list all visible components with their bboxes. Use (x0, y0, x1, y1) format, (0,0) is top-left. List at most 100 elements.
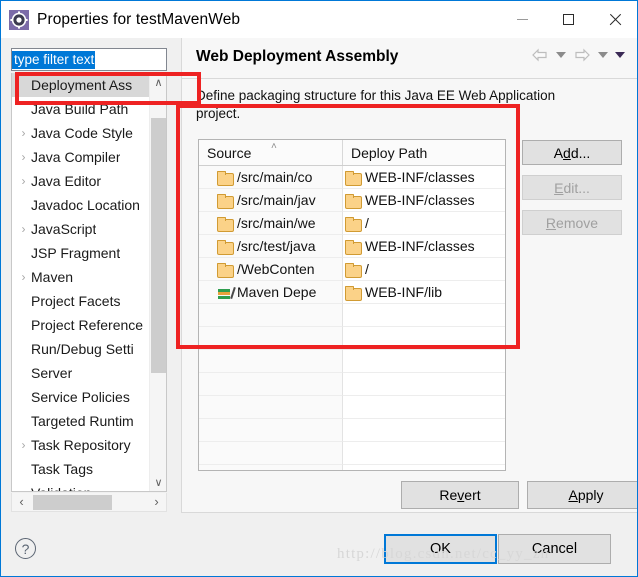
tree-vertical-scroll-thumb[interactable] (151, 118, 166, 373)
sidebar-item-label: Run/Debug Setti (31, 341, 134, 357)
gear-icon (9, 9, 29, 30)
sidebar-item-label: Task Tags (31, 461, 93, 477)
tree-horizontal-scrollbar[interactable]: ‹ › (11, 493, 167, 512)
table-row[interactable]: /src/main/we / (199, 212, 505, 235)
column-header-source[interactable]: Source ˄ (199, 140, 343, 165)
table-row-empty[interactable] (199, 327, 505, 350)
chevron-right-icon[interactable]: › (16, 487, 31, 491)
remove-button[interactable]: Remove (522, 210, 622, 235)
close-button[interactable] (591, 1, 637, 37)
chevron-right-icon[interactable]: › (16, 271, 31, 283)
back-dropdown-caret-icon[interactable] (556, 52, 566, 58)
column-header-deploy-path[interactable]: Deploy Path (343, 140, 505, 165)
sidebar-item-javascript[interactable]: › JavaScript (12, 217, 166, 241)
table-row[interactable]: /src/test/java WEB-INF/classes (199, 235, 505, 258)
back-arrow-icon[interactable] (531, 48, 549, 62)
sidebar-item-service-policies[interactable]: Service Policies (12, 385, 166, 409)
cell-source: /src/main/jav (199, 189, 343, 212)
sidebar-item-maven[interactable]: › Maven (12, 265, 166, 289)
cell-deploy-path-label: / (365, 261, 369, 277)
window-title: Properties for testMavenWeb (37, 10, 241, 28)
edit-button-label: Edit... (554, 179, 590, 196)
sidebar-item-task-repository[interactable]: › Task Repository (12, 433, 166, 457)
folder-icon (217, 170, 234, 186)
table-row-empty[interactable] (199, 419, 505, 442)
cell-deploy-path (343, 373, 505, 396)
sidebar-item-javadoc-location[interactable]: Javadoc Location (12, 193, 166, 217)
sidebar-item-deployment-ass[interactable]: Deployment Ass (12, 73, 166, 97)
table-row-empty[interactable] (199, 373, 505, 396)
revert-button[interactable]: Revert (401, 481, 519, 509)
table-row[interactable]: Maven Depe WEB-INF/lib (199, 281, 505, 304)
ok-button[interactable]: OK (384, 534, 497, 564)
sidebar-item-run-debug-setti[interactable]: Run/Debug Setti (12, 337, 166, 361)
page-description: Define packaging structure for this Java… (196, 88, 556, 121)
table-row-empty[interactable] (199, 396, 505, 419)
sidebar-item-java-code-style[interactable]: › Java Code Style (12, 121, 166, 145)
navigation-icons (531, 48, 625, 62)
table-row[interactable]: /src/main/co WEB-INF/classes (199, 166, 505, 189)
sidebar-item-label: Targeted Runtim (31, 413, 134, 429)
cell-deploy-path-label: WEB-INF/classes (365, 238, 475, 254)
cell-deploy-path (343, 327, 505, 350)
table-row[interactable]: /WebConten / (199, 258, 505, 281)
window-controls (499, 1, 637, 37)
sidebar-item-java-build-path[interactable]: Java Build Path (12, 97, 166, 121)
folder-icon (345, 285, 362, 301)
assembly-table[interactable]: Source ˄ Deploy Path /src/main/co WEB-INF… (198, 139, 506, 471)
chevron-right-icon[interactable]: › (16, 175, 31, 187)
apply-button[interactable]: Apply (527, 481, 637, 509)
sidebar-item-jsp-fragment[interactable]: JSP Fragment (12, 241, 166, 265)
folder-icon (217, 239, 234, 255)
sidebar-item-project-facets[interactable]: Project Facets (12, 289, 166, 313)
cancel-button[interactable]: Cancel (498, 534, 611, 564)
chevron-right-icon[interactable]: › (16, 127, 31, 139)
table-row-empty[interactable] (199, 304, 505, 327)
add-button[interactable]: Add... (522, 140, 622, 165)
scroll-left-icon[interactable]: ‹ (12, 493, 31, 510)
sidebar-item-server[interactable]: Server (12, 361, 166, 385)
revert-button-label: Revert (439, 487, 481, 503)
forward-dropdown-caret-icon[interactable] (598, 52, 608, 58)
table-row[interactable]: /src/main/jav WEB-INF/classes (199, 189, 505, 212)
sidebar-item-validation[interactable]: ›Validation (12, 481, 166, 491)
chevron-right-icon[interactable]: › (16, 223, 31, 235)
sidebar-item-label: JavaScript (31, 221, 97, 237)
table-row-empty[interactable] (199, 350, 505, 373)
chevron-right-icon[interactable]: › (16, 439, 31, 451)
tree-horizontal-scroll-thumb[interactable] (33, 495, 112, 510)
scroll-down-icon[interactable]: ∨ (150, 473, 166, 491)
maximize-button[interactable] (545, 1, 591, 37)
cell-source-label: /src/test/java (237, 238, 316, 254)
sidebar-item-targeted-runtim[interactable]: Targeted Runtim (12, 409, 166, 433)
sidebar-item-label: Maven (31, 269, 74, 285)
cell-source: Maven Depe (199, 281, 343, 304)
sidebar-item-task-tags[interactable]: Task Tags (12, 457, 166, 481)
folder-icon (217, 216, 234, 232)
scroll-up-icon[interactable]: ∧ (150, 73, 166, 91)
sort-ascending-icon: ˄ (271, 141, 277, 152)
preferences-tree[interactable]: Deployment Ass Java Build Path › Java Code … (11, 73, 167, 492)
help-icon[interactable]: ? (15, 538, 36, 559)
sidebar-item-project-reference[interactable]: Project Reference (12, 313, 166, 337)
menu-caret-icon[interactable] (615, 52, 625, 58)
tree-vertical-scrollbar[interactable]: ∧ ∨ (149, 73, 166, 491)
sidebar-item-java-compiler[interactable]: › Java Compiler (12, 145, 166, 169)
tree-rows: Deployment Ass Java Build Path › Java Code … (12, 73, 166, 491)
chevron-right-icon[interactable]: › (16, 151, 31, 163)
cell-source-label: /WebConten (237, 261, 315, 277)
minimize-button[interactable] (499, 1, 545, 37)
sidebar-item-label: Service Policies (31, 389, 130, 405)
forward-arrow-icon[interactable] (573, 48, 591, 62)
edit-button[interactable]: Edit... (522, 175, 622, 200)
cell-source (199, 465, 343, 470)
table-row-empty[interactable] (199, 442, 505, 465)
scroll-right-icon[interactable]: › (147, 493, 166, 510)
close-icon (608, 13, 621, 26)
sidebar-item-java-editor[interactable]: › Java Editor (12, 169, 166, 193)
filter-input[interactable]: type filter text (11, 48, 167, 71)
table-row-empty[interactable] (199, 465, 505, 470)
filter-input-value: type filter text (12, 51, 96, 69)
sidebar-item-label: Project Reference (31, 317, 144, 333)
sidebar-item-label: Javadoc Location (31, 197, 140, 213)
